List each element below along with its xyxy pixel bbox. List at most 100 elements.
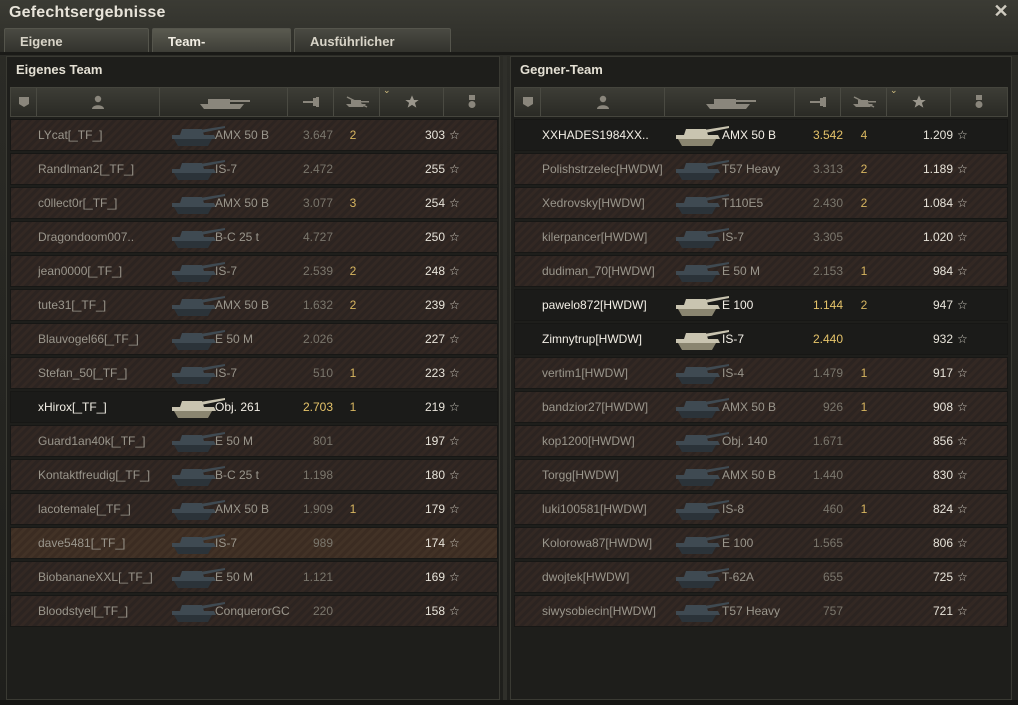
- player-row[interactable]: BiobananeXXL[_TF_] E 50 M 1.121 169 ☆: [10, 561, 498, 593]
- player-name: Blauvogel66[_TF_]: [38, 332, 139, 346]
- player-row[interactable]: c0llect0r[_TF_] AMX 50 B 3.077 3 254 ☆: [10, 187, 498, 219]
- kills-value: [341, 426, 365, 456]
- kills-value: 1: [349, 400, 357, 414]
- medal-icon[interactable]: [444, 88, 499, 116]
- player-row[interactable]: dwojtek[HWDW] T-62A 655 725 ☆: [514, 561, 1008, 593]
- player-row[interactable]: Stefan_50[_TF_] IS-7 510 1 223 ☆: [10, 357, 498, 389]
- player-row[interactable]: Randlman2[_TF_] IS-7 2.472 255 ☆: [10, 153, 498, 185]
- star-icon: ☆: [957, 162, 968, 176]
- xp-value: 255: [424, 162, 445, 176]
- player-row[interactable]: Kolorowa87[HWDW] E 100 1.565 806 ☆: [514, 527, 1008, 559]
- battle-results-window: Gefechtsergebnisse ✕ Eigene Auswertung T…: [0, 0, 1018, 705]
- damage-value: 1.440: [812, 468, 843, 482]
- tank-name: B-C 25 t: [215, 468, 260, 482]
- tab-ausfuehrlicher-bericht[interactable]: Ausführlicher Bericht: [294, 28, 451, 74]
- medal-icon[interactable]: [951, 88, 1007, 116]
- player-name: Bloodstyel[_TF_]: [38, 604, 129, 618]
- player-row[interactable]: luki100581[HWDW] IS-8 460 1 824 ☆: [514, 493, 1008, 525]
- player-name: Kolorowa87[HWDW]: [542, 536, 653, 550]
- tank-name: IS-7: [722, 332, 745, 346]
- tank-name: IS-7: [215, 366, 238, 380]
- player-row[interactable]: lacotemale[_TF_] AMX 50 B 1.909 1 179 ☆: [10, 493, 498, 525]
- xp-value: 908: [932, 400, 953, 414]
- player-row[interactable]: pawelo872[HWDW] E 100 1.144 2 947 ☆: [514, 289, 1008, 321]
- kills-value: 2: [349, 128, 357, 142]
- tank-name: AMX 50 B: [215, 196, 270, 210]
- player-row[interactable]: Polishstrzelec[HWDW] T57 Heavy 3.313 2 1.189…: [514, 153, 1008, 185]
- player-name: pawelo872[HWDW]: [542, 298, 647, 312]
- player-row[interactable]: siwysobiecin[HWDW] T57 Heavy 757 721 ☆: [514, 595, 1008, 627]
- player-row[interactable]: kilerpancer[HWDW] IS-7 3.305 1.020 ☆: [514, 221, 1008, 253]
- player-row[interactable]: Dragondoom007.. B-C 25 t 4.727 250 ☆: [10, 221, 498, 253]
- close-icon[interactable]: ✕: [992, 0, 1010, 22]
- xp-value: 169: [424, 570, 445, 584]
- own-team-panel: Eigenes Team ⌄ LYcat[_TF_] AMX 50 B 3.64…: [6, 56, 500, 700]
- player-row[interactable]: Torgg[HWDW] AMX 50 B 1.440 830 ☆: [514, 459, 1008, 491]
- star-icon: ☆: [449, 536, 460, 550]
- player-row[interactable]: tute31[_TF_] AMX 50 B 1.632 2 239 ☆: [10, 289, 498, 321]
- xp-value: 174: [424, 536, 445, 550]
- kills-value: [341, 460, 365, 490]
- kills-value: 1: [860, 400, 868, 414]
- xp-star-icon[interactable]: ⌄: [887, 85, 951, 116]
- damage-icon[interactable]: [288, 88, 334, 116]
- damage-value: 2.153: [812, 264, 843, 278]
- tank-name: E 50 M: [215, 434, 254, 448]
- player-name: XXHADES1984XX..: [542, 128, 649, 142]
- tab-eigene-auswertung[interactable]: Eigene Auswertung: [4, 28, 149, 74]
- kills-value: [341, 154, 365, 184]
- kills-icon[interactable]: [334, 88, 380, 116]
- player-row[interactable]: dave5481[_TF_] IS-7 989 174 ☆: [10, 527, 498, 559]
- star-icon: ☆: [449, 570, 460, 584]
- xp-value: 179: [424, 502, 445, 516]
- player-name: bandzior27[HWDW]: [542, 400, 649, 414]
- player-row[interactable]: Kontaktfreudig[_TF_] B-C 25 t 1.198 180 ☆: [10, 459, 498, 491]
- player-row[interactable]: Zimnytrup[HWDW] IS-7 2.440 932 ☆: [514, 323, 1008, 355]
- player-row[interactable]: dudiman_70[HWDW] E 50 M 2.153 1 984 ☆: [514, 255, 1008, 287]
- xp-star-icon[interactable]: ⌄: [380, 85, 444, 116]
- player-name: Kontaktfreudig[_TF_]: [38, 468, 151, 482]
- damage-value: 757: [822, 604, 843, 618]
- kills-icon[interactable]: [841, 88, 887, 116]
- kills-value: [341, 596, 365, 626]
- damage-value: 801: [312, 434, 333, 448]
- star-icon: ☆: [957, 502, 968, 516]
- own-team-title: Eigenes Team: [16, 62, 103, 77]
- player-name: dudiman_70[HWDW]: [542, 264, 655, 278]
- tank-icon[interactable]: [665, 88, 795, 116]
- player-row[interactable]: xHirox[_TF_] Obj. 261 2.703 1 219 ☆: [10, 391, 498, 423]
- player-row[interactable]: Guard1an40k[_TF_] E 50 M 801 197 ☆: [10, 425, 498, 457]
- tab-team-auswertung[interactable]: Team-Auswertung: [152, 28, 291, 74]
- player-icon[interactable]: [541, 88, 665, 116]
- kills-value: 2: [860, 298, 868, 312]
- star-icon: ☆: [449, 604, 460, 618]
- player-row[interactable]: kop1200[HWDW] Obj. 140 1.671 856 ☆: [514, 425, 1008, 457]
- tank-name: AMX 50 B: [215, 502, 270, 516]
- player-row[interactable]: Xedrovsky[HWDW] T110E5 2.430 2 1.084 ☆: [514, 187, 1008, 219]
- player-row[interactable]: Blauvogel66[_TF_] E 50 M 2.026 227 ☆: [10, 323, 498, 355]
- player-row[interactable]: LYcat[_TF_] AMX 50 B 3.647 2 303 ☆: [10, 119, 498, 151]
- player-icon[interactable]: [37, 88, 160, 116]
- player-name: tute31[_TF_]: [38, 298, 107, 312]
- player-row[interactable]: XXHADES1984XX.. AMX 50 B 3.542 4 1.209 ☆: [514, 119, 1008, 151]
- player-row[interactable]: Bloodstyel[_TF_] ConquerorGC 220 158 ☆: [10, 595, 498, 627]
- damage-value: 1.909: [302, 502, 333, 516]
- platoon-icon[interactable]: [11, 88, 37, 116]
- damage-value: 2.703: [302, 400, 333, 414]
- damage-value: 926: [822, 400, 843, 414]
- player-row[interactable]: vertim1[HWDW] IS-4 1.479 1 917 ☆: [514, 357, 1008, 389]
- kills-value: [852, 222, 876, 252]
- platoon-icon[interactable]: [515, 88, 541, 116]
- damage-icon[interactable]: [795, 88, 841, 116]
- player-row[interactable]: bandzior27[HWDW] AMX 50 B 926 1 908 ☆: [514, 391, 1008, 423]
- xp-value: 1.084: [922, 196, 953, 210]
- tank-icon[interactable]: [160, 88, 288, 116]
- tank-name: AMX 50 B: [215, 298, 270, 312]
- damage-value: 1.565: [812, 536, 843, 550]
- xp-value: 917: [932, 366, 953, 380]
- kills-value: 2: [349, 298, 357, 312]
- tank-name: B-C 25 t: [215, 230, 260, 244]
- star-icon: ☆: [957, 230, 968, 244]
- player-row[interactable]: jean0000[_TF_] IS-7 2.539 2 248 ☆: [10, 255, 498, 287]
- enemy-team-list: XXHADES1984XX.. AMX 50 B 3.542 4 1.209 ☆ Polis…: [514, 119, 1008, 629]
